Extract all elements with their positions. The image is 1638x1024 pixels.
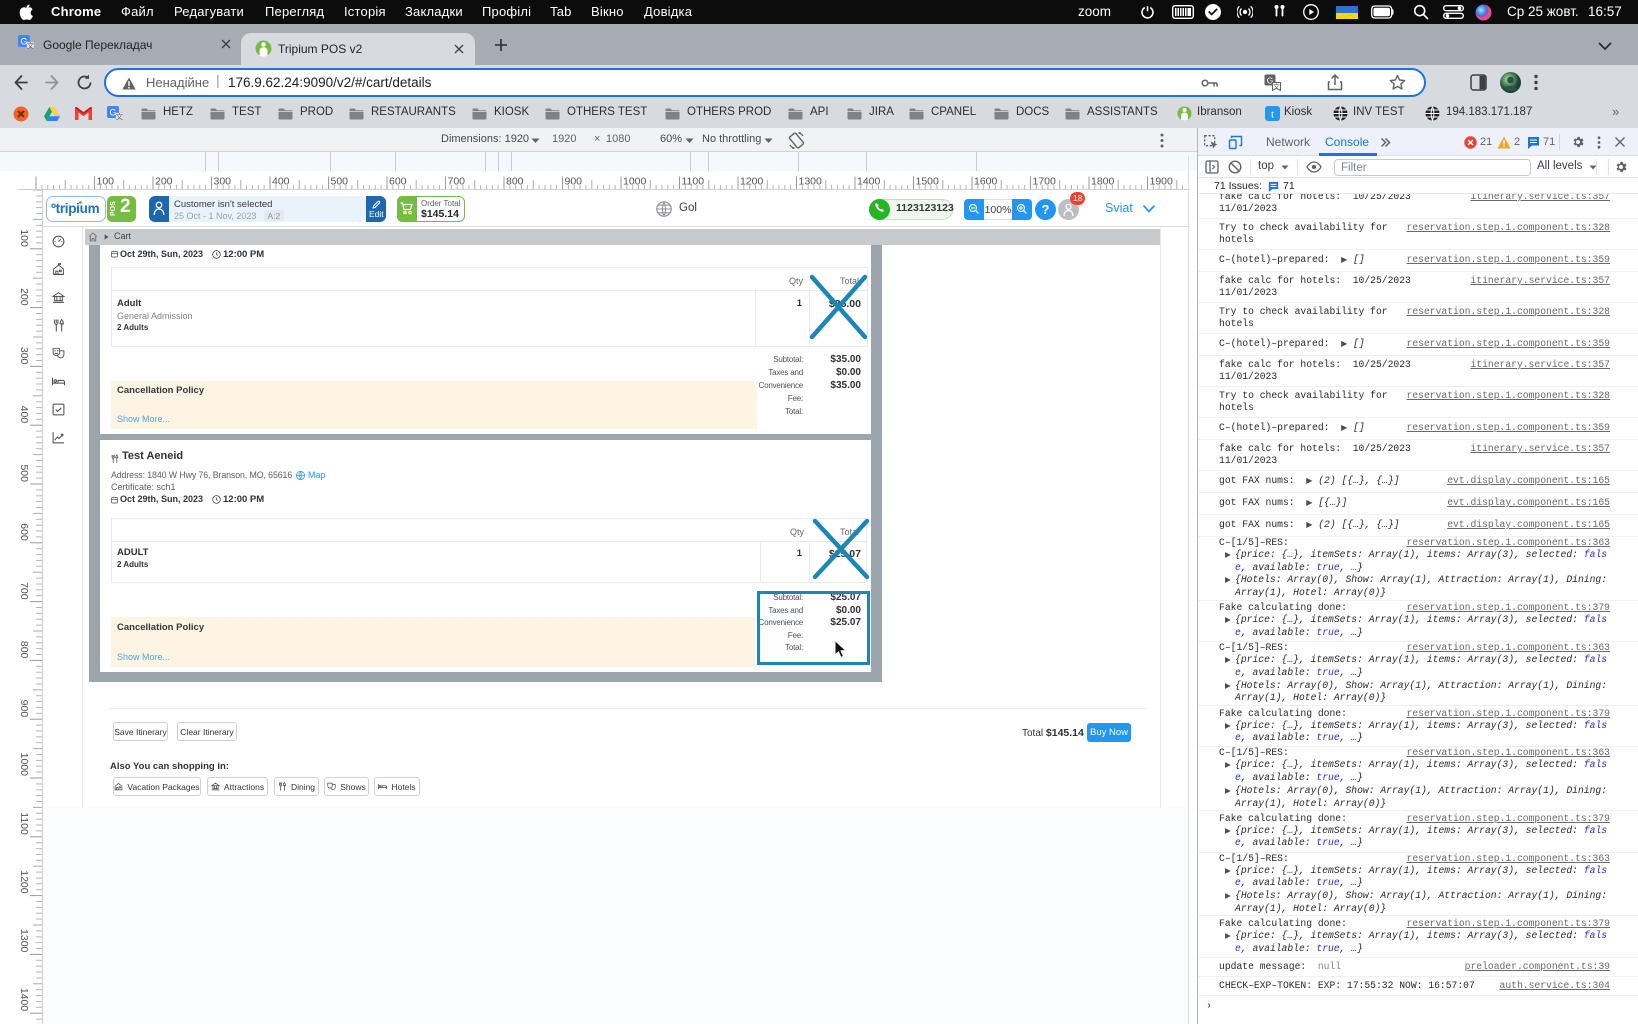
svg-text:300: 300 [18, 347, 30, 365]
svg-text:1000: 1000 [18, 753, 30, 777]
svg-text:200: 200 [18, 288, 30, 306]
svg-text:1300: 1300 [18, 929, 30, 953]
svg-text:文: 文 [27, 41, 34, 50]
svg-text:500: 500 [18, 464, 30, 482]
svg-text:900: 900 [18, 700, 30, 718]
svg-text:文: 文 [1273, 82, 1280, 91]
svg-text:文: 文 [116, 112, 123, 121]
svg-text:1400: 1400 [18, 988, 30, 1012]
svg-text:800: 800 [18, 641, 30, 659]
svg-text:700: 700 [18, 582, 30, 600]
svg-text:1200: 1200 [18, 870, 30, 894]
svg-text:1100: 1100 [18, 812, 30, 835]
svg-text:100: 100 [18, 229, 30, 247]
svg-text:400: 400 [18, 406, 30, 424]
svg-text:t: t [1271, 109, 1274, 121]
svg-text:600: 600 [18, 523, 30, 541]
